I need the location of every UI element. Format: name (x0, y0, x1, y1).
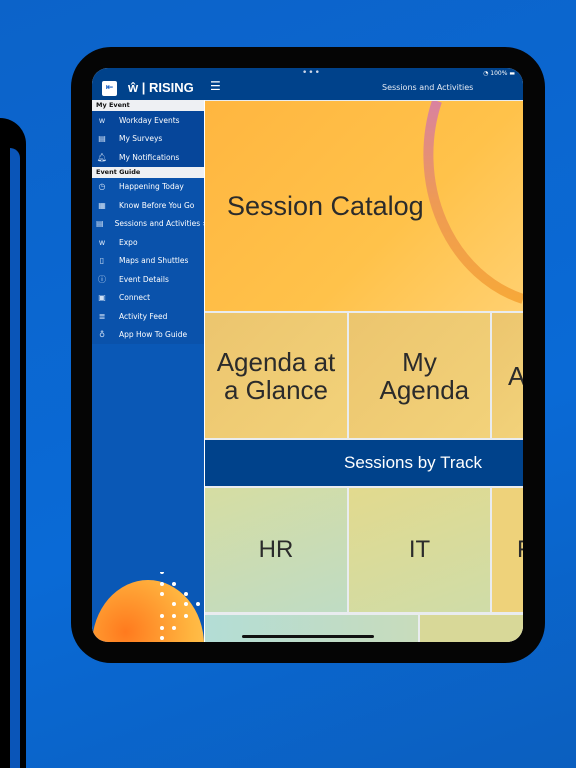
decor-dot (172, 626, 176, 630)
main-content: Session Catalog Agenda at a Glance My Ag… (205, 100, 523, 642)
menu-item-icon: ◷ (98, 182, 106, 192)
decor-dot (160, 592, 164, 596)
decor-dot (160, 636, 164, 640)
tile-label: Session Catalog (227, 190, 424, 221)
brand-name: RISING (148, 80, 194, 95)
battery-status: ◔ 100% ▬ (483, 70, 515, 77)
decor-dot (160, 572, 164, 574)
tile-label: F (517, 536, 523, 564)
menu-item-icon: w (98, 237, 106, 247)
tablet-frame: ••• ◔ 100% ▬ ⇤ ŵ | RISING ☰ Sessions and… (71, 47, 545, 663)
menu-item-icon: ▤ (98, 134, 106, 144)
menu-item-icon: ≣ (98, 311, 106, 321)
tile-label: My Agenda (379, 346, 470, 405)
banner-label: Sessions by Track (344, 453, 482, 472)
sidebar-item-label: Maps and Shuttles (119, 256, 189, 266)
decor-dot (184, 602, 188, 606)
hamburger-icon[interactable]: ☰ (210, 79, 221, 93)
sidebar-item-label: App How To Guide (119, 330, 188, 340)
decor-dot (160, 626, 164, 630)
menu-item-icon: ▤ (96, 219, 104, 229)
sidebar-item-connect[interactable]: ▣ Connect (92, 288, 204, 307)
tile-agenda-at-a-glance[interactable]: Agenda at a Glance (205, 313, 347, 438)
app-header: ••• ◔ 100% ▬ ⇤ ŵ | RISING ☰ Sessions and… (92, 68, 523, 100)
menu-item-icon: ♁ (99, 330, 105, 340)
app-logo-icon[interactable]: ⇤ (102, 81, 117, 96)
tile-label: A (508, 360, 523, 391)
sidebar-item-app-how-to-guide[interactable]: ♁ App How To Guide (92, 325, 204, 344)
sidebar-item-event-details[interactable]: ⓘ Event Details (92, 270, 204, 289)
tile-it[interactable]: IT (349, 488, 490, 612)
sessions-by-track-banner: Sessions by Track (205, 440, 523, 486)
sidebar-item-maps-and-shuttles[interactable]: ▯ Maps and Shuttles (92, 251, 204, 270)
sidebar-item-label: Event Details (119, 274, 169, 284)
sidebar: My Event w Workday Events ▤ My Surveys 🔔︎ My … (92, 100, 206, 642)
sidebar-item-label: Know Before You Go (119, 200, 195, 210)
decor-dot (172, 602, 176, 606)
tile-label: HR (258, 536, 294, 563)
menu-item-icon: w (98, 115, 106, 125)
sidebar-item-label: Sessions and Activities › (114, 219, 206, 229)
tile-my-agenda[interactable]: My Agenda (349, 313, 490, 438)
decor-dot (160, 582, 164, 586)
sidebar-item-workday-events[interactable]: w Workday Events (92, 111, 204, 130)
sidebar-item-know-before-you-go[interactable]: ▦ Know Before You Go (92, 196, 204, 215)
sidebar-item-label: Connect (119, 293, 151, 303)
decor-dot (172, 582, 176, 586)
section-event-guide: Event Guide (92, 166, 204, 178)
sidebar-item-label: Workday Events (119, 115, 180, 125)
section-my-event: My Event (92, 100, 204, 111)
sidebar-item-label: Activity Feed (119, 311, 168, 321)
sidebar-item-activity-feed[interactable]: ≣ Activity Feed (92, 307, 204, 326)
menu-item-icon: ▣ (98, 293, 106, 303)
app-screen: ••• ◔ 100% ▬ ⇤ ŵ | RISING ☰ Sessions and… (92, 68, 523, 642)
sidebar-item-label: My Surveys (119, 134, 163, 144)
sidebar-item-expo[interactable]: w Expo (92, 233, 204, 252)
decorative-graphic (92, 572, 204, 642)
sidebar-item-happening-today[interactable]: ◷ Happening Today (92, 177, 204, 196)
background-device (0, 118, 26, 768)
menu-item-icon: ⓘ (98, 274, 106, 284)
tile-session-catalog[interactable]: Session Catalog (205, 101, 523, 311)
tile-partial[interactable]: F (492, 488, 523, 612)
page-title: Sessions and Activities (382, 83, 474, 92)
sidebar-item-label: Happening Today (119, 182, 184, 192)
decor-dot (184, 592, 188, 596)
multitask-dots[interactable]: ••• (302, 68, 321, 78)
decor-dot (160, 614, 164, 618)
menu-item-icon: 🔔︎ (96, 152, 108, 162)
sidebar-item-my-surveys[interactable]: ▤ My Surveys (92, 129, 204, 148)
sidebar-item-label: Expo (119, 237, 138, 247)
menu-item-icon: ▦ (98, 200, 106, 210)
tile-partial[interactable]: A (492, 313, 523, 438)
decor-dot (196, 602, 200, 606)
tile-label: Agenda at a Glance (216, 346, 336, 405)
decor-dot (172, 614, 176, 618)
tile-label: IT (408, 536, 431, 563)
menu-item-icon: ▯ (99, 256, 105, 266)
decor-dot (184, 614, 188, 618)
tile-row4-b[interactable] (420, 615, 523, 642)
battery-level: 100% (490, 70, 508, 77)
home-indicator[interactable] (242, 635, 374, 638)
sidebar-item-my-notifications[interactable]: 🔔︎ My Notifications (92, 148, 204, 167)
brand-logo: ŵ | RISING (128, 80, 194, 95)
tile-hr[interactable]: HR (205, 488, 347, 612)
sidebar-item-label: My Notifications (119, 152, 180, 162)
sidebar-item-sessions-and-activities[interactable]: ▤ Sessions and Activities › (92, 214, 206, 233)
